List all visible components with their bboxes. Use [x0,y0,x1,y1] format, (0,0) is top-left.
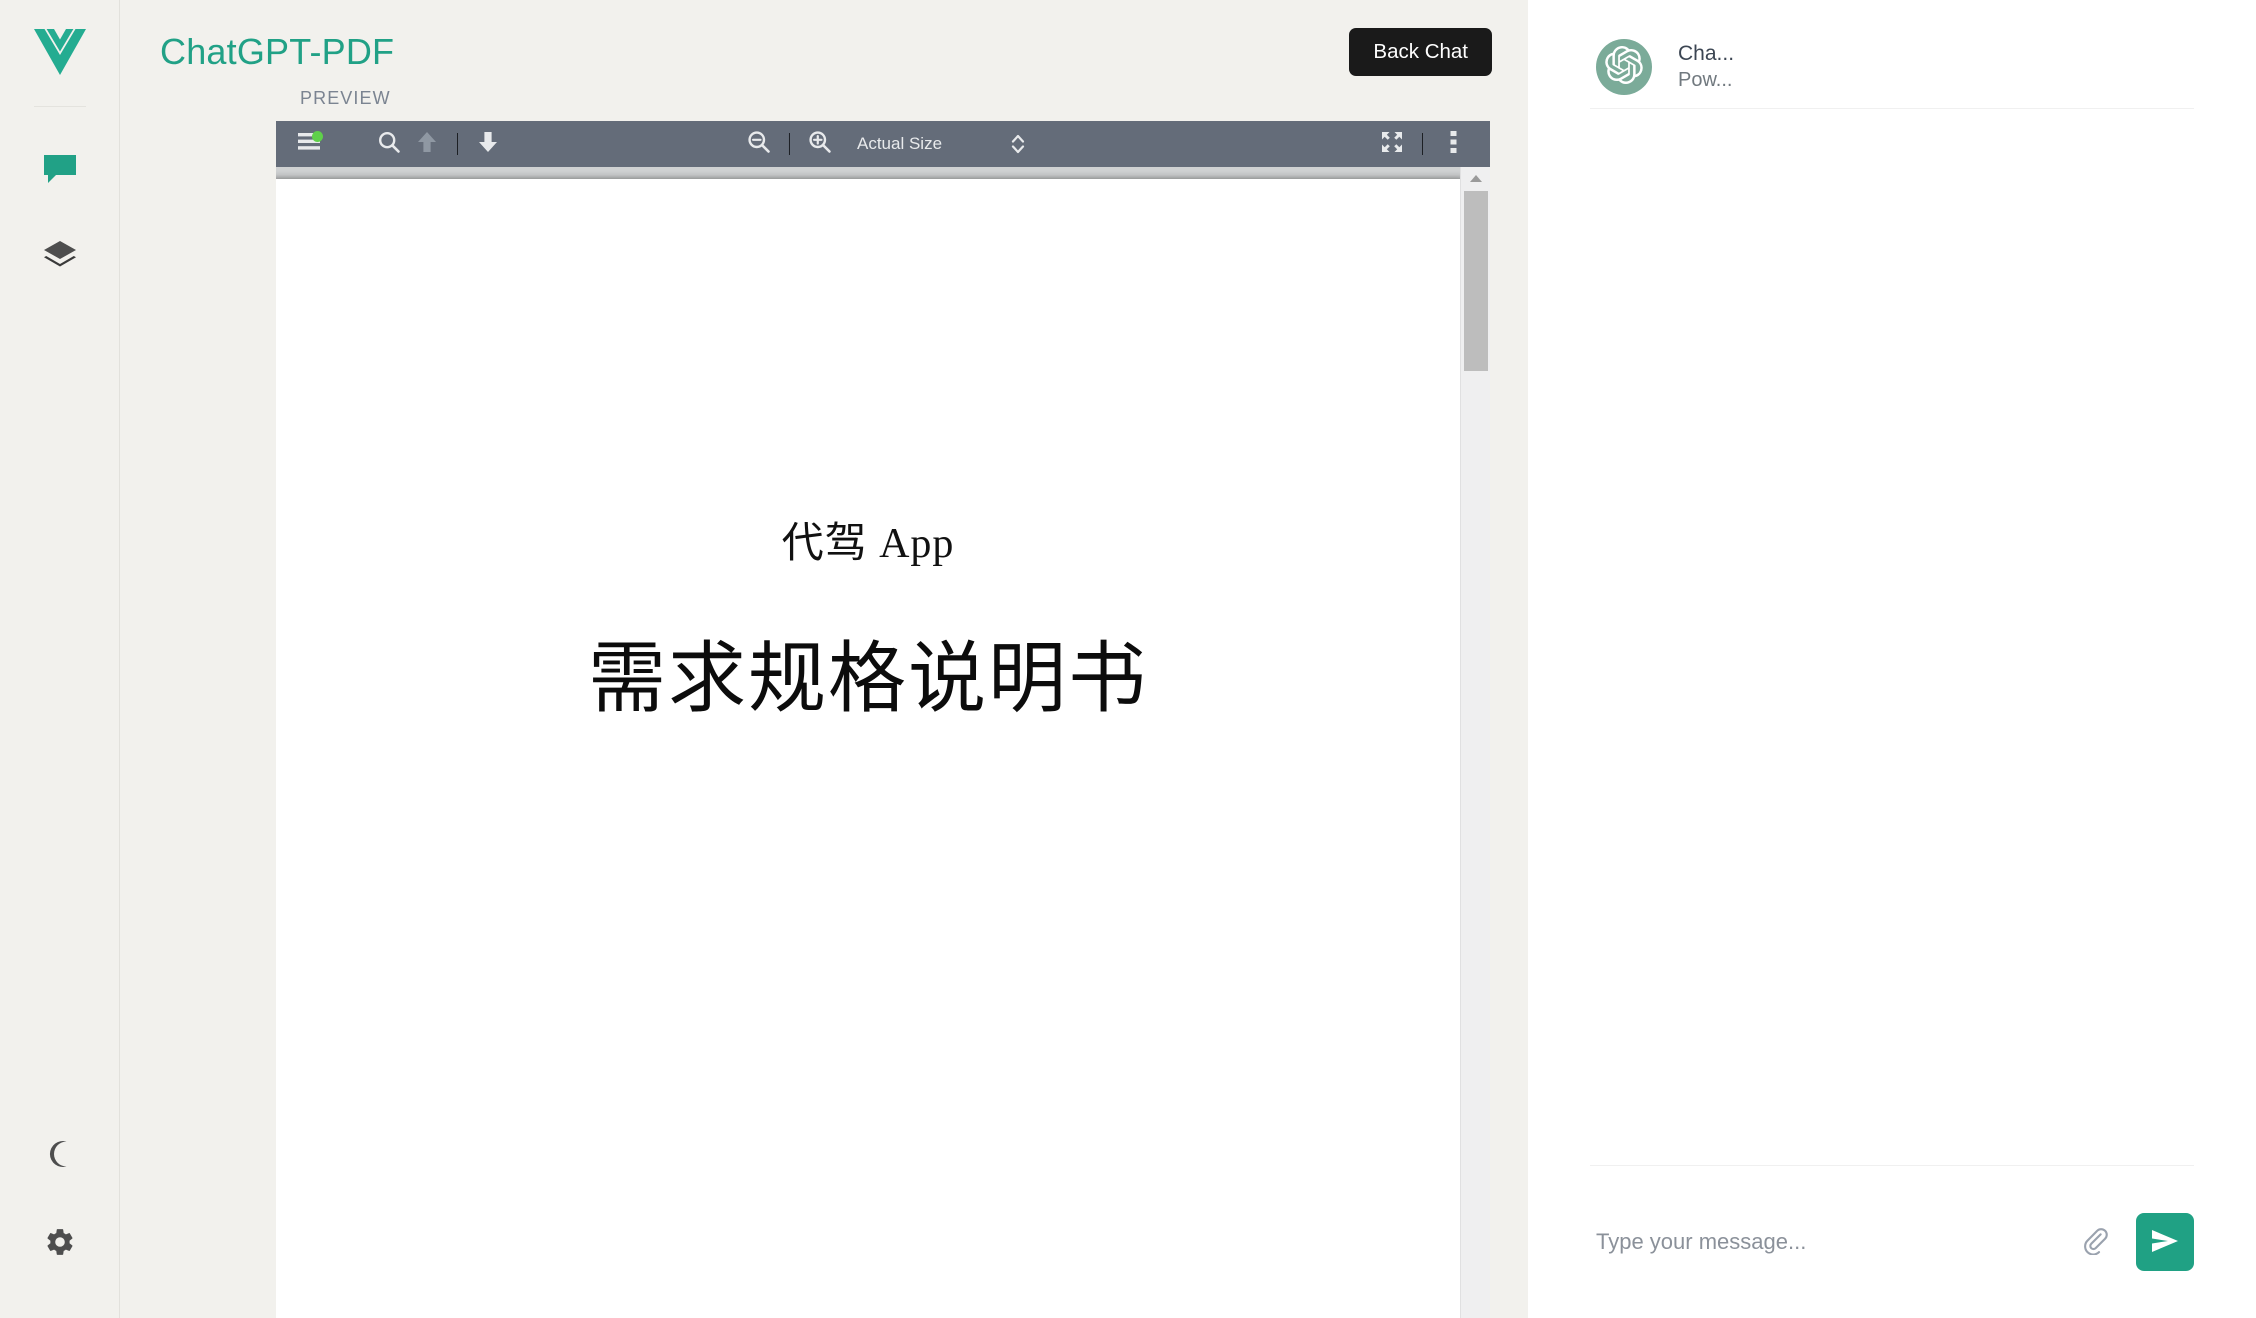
openai-logo-icon [1605,45,1643,89]
chat-header: Cha... Pow... [1528,0,2256,108]
chat-bot-subtitle: Pow... [1678,69,1733,92]
pdf-previous-page-button[interactable] [408,127,446,161]
gear-icon [44,1226,76,1263]
rail-divider [33,106,86,107]
attach-file-button[interactable] [2072,1219,2118,1265]
chevron-up-down-icon [1010,132,1026,156]
toolbar-divider [788,133,790,155]
pdf-vertical-scrollbar[interactable] [1460,167,1490,1318]
avatar [1596,39,1652,95]
pdf-scroll-area[interactable]: 代驾 App 需求规格说明书 [276,167,1460,1318]
left-rail [0,0,120,1318]
layers-icon [43,240,77,275]
pdf-toolbar-center-group: Actual Size [740,127,1026,161]
zoom-out-icon [747,130,771,159]
chat-header-text: Cha... Pow... [1678,40,1734,94]
zoom-level-value: Actual Size [856,134,943,153]
scrollbar-up-arrow-icon[interactable] [1461,167,1490,189]
zoom-level-select[interactable]: Actual Size [857,132,1026,156]
chat-message-input[interactable] [1596,1229,2060,1255]
zoom-out-button[interactable] [740,127,778,161]
scrollbar-thumb[interactable] [1463,191,1488,371]
chat-bot-name: Cha... [1678,41,1735,65]
arrow-down-icon [478,131,498,158]
page-title: ChatGPT-PDF [160,31,395,72]
pdf-more-options-button[interactable] [1434,127,1472,161]
send-icon [2151,1228,2179,1257]
arrow-up-icon [417,131,437,158]
paperclip-icon [2080,1225,2110,1260]
chat-input-bar [1528,1166,2256,1318]
rail-item-dark-mode[interactable] [32,1128,88,1184]
preview-label: PREVIEW [300,88,391,108]
chat-message-list [1528,109,2256,1165]
presentation-mode-button[interactable] [1373,127,1411,161]
sidebar-toggle-badge [312,131,323,142]
sidebar-toggle-button[interactable] [290,127,328,161]
rail-item-layers[interactable] [32,229,88,285]
pdf-document-subtitle: 代驾 App [781,521,955,567]
search-icon [377,130,401,159]
app-root: ChatGPT-PDF Back Chat PREVIEW Actual Siz… [0,0,2256,1318]
presentation-mode-icon [1380,130,1404,159]
main-pane: ChatGPT-PDF Back Chat PREVIEW Actual Siz… [120,0,1528,1318]
chat-panel: Cha... Pow... [1528,0,2256,1318]
pdf-search-button[interactable] [370,127,408,161]
pdf-next-page-button[interactable] [469,127,507,161]
rail-item-settings[interactable] [32,1216,88,1272]
moon-icon [45,1139,75,1174]
pdf-page: 代驾 App 需求规格说明书 [276,179,1460,1318]
zoom-in-icon [808,130,832,159]
toolbar-divider [457,133,458,155]
pdf-document-title: 需求规格说明书 [587,635,1148,722]
zoom-in-button[interactable] [801,127,839,161]
chat-bubble-icon [42,153,78,190]
rail-item-chat[interactable] [32,143,88,199]
more-vertical-icon [1450,130,1457,159]
vue-logo-icon[interactable] [32,24,88,80]
pdf-viewer: Actual Size 代驾 App 需求规格说明书 [276,121,1490,1318]
pdf-toolbar: Actual Size [276,121,1490,167]
pdf-viewer-body: 代驾 App 需求规格说明书 [276,167,1490,1318]
rail-bottom-group [0,1128,119,1272]
pdf-toolbar-left-group [290,127,507,161]
back-chat-button[interactable]: Back Chat [1349,27,1492,77]
toolbar-divider [1422,133,1423,155]
send-message-button[interactable] [2136,1213,2194,1271]
pdf-toolbar-right-group [1373,127,1472,161]
